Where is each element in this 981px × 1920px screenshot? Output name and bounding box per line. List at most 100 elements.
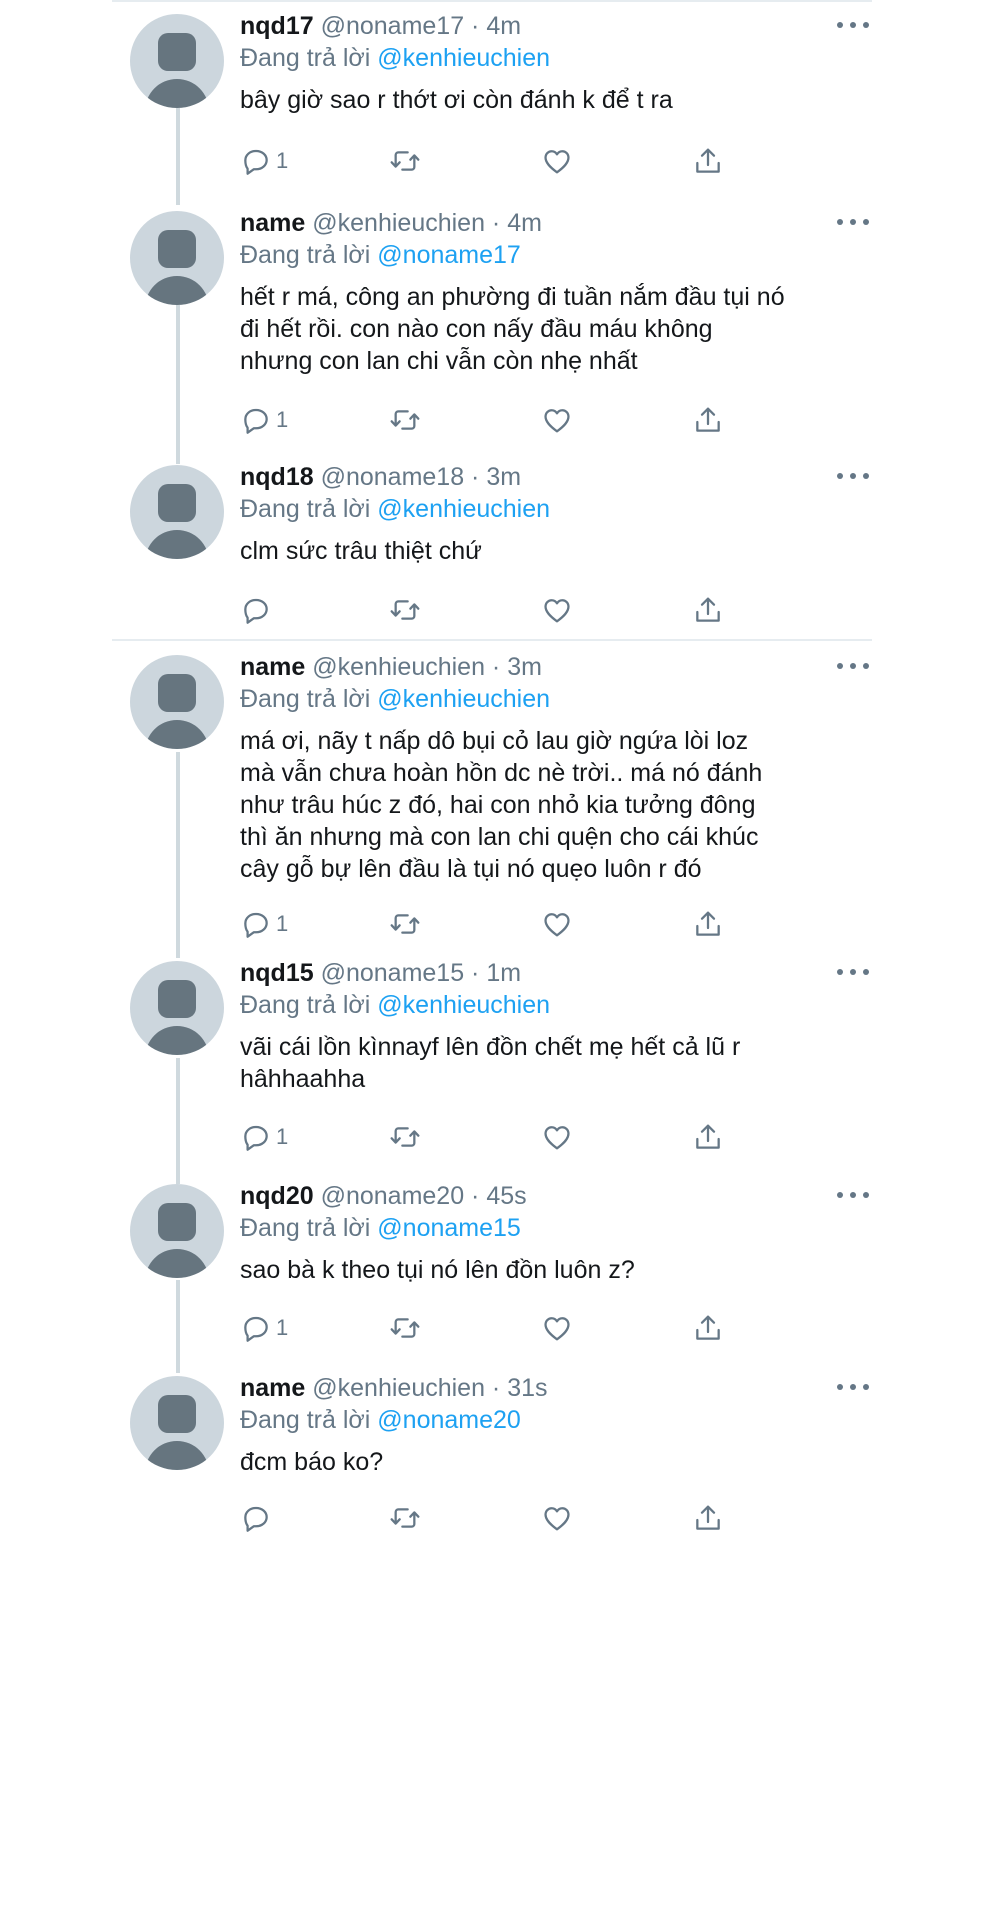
- tweet-actions: 1: [240, 403, 720, 437]
- more-icon[interactable]: [837, 969, 869, 977]
- avatar[interactable]: [130, 465, 224, 559]
- tweet-text: má ơi, nãy t nấp dô bụi cỏ lau giờ ngứa …: [240, 725, 860, 885]
- heart-icon: [544, 913, 570, 937]
- like-button[interactable]: [541, 593, 573, 627]
- reply-button[interactable]: 1: [240, 1311, 288, 1345]
- user-name[interactable]: nqd15: [240, 959, 314, 987]
- reply-count: 1: [276, 1315, 289, 1340]
- thread-line: [176, 108, 180, 205]
- retweet-button[interactable]: [389, 1311, 421, 1345]
- reply-button[interactable]: 1: [240, 144, 288, 178]
- replying-to: Đang trả lời @kenhieuchien: [240, 683, 860, 715]
- share-button[interactable]: [692, 1120, 724, 1154]
- more-icon[interactable]: [837, 22, 869, 30]
- avatar[interactable]: [130, 14, 224, 108]
- share-icon: [696, 1505, 720, 1530]
- tweet-text-line: đi hết rồi. con nào con nấy đầu máu khôn…: [240, 315, 713, 343]
- user-name[interactable]: name: [240, 209, 305, 237]
- reply-icon: [244, 149, 268, 175]
- user-handle-time: @noname17 · 4m: [320, 12, 522, 40]
- replying-to-link[interactable]: @kenhieuchien: [377, 495, 550, 523]
- retweet-button[interactable]: [389, 907, 421, 941]
- thread-line: [176, 752, 180, 958]
- retweet-button[interactable]: [389, 144, 421, 178]
- reply-icon: [244, 1125, 268, 1151]
- section-divider: [112, 639, 872, 641]
- more-icon[interactable]: [837, 1192, 869, 1200]
- replying-to-link[interactable]: @noname17: [377, 241, 521, 269]
- retweet-icon: [390, 410, 420, 430]
- retweet-button[interactable]: [389, 593, 421, 627]
- like-button[interactable]: [541, 907, 573, 941]
- retweet-icon: [390, 1508, 420, 1528]
- replying-to-link[interactable]: @noname20: [377, 1406, 521, 1434]
- tweet-text-line: hâhhaahha: [240, 1065, 366, 1093]
- reply-count: 1: [276, 407, 289, 432]
- tweet-text-line: clm sức trâu thiệt chứ: [240, 537, 482, 565]
- replying-to-link[interactable]: @kenhieuchien: [377, 991, 550, 1019]
- share-button[interactable]: [692, 593, 724, 627]
- tweet-text: bây giờ sao r thớt ơi còn đánh k để t ra: [240, 84, 860, 116]
- avatar[interactable]: [130, 961, 224, 1055]
- user-handle-time: @noname20 · 45s: [320, 1182, 527, 1210]
- user-name[interactable]: nqd17: [240, 12, 314, 40]
- retweet-button[interactable]: [389, 1501, 421, 1535]
- replying-to-label: Đang trả lời: [240, 241, 371, 269]
- user-handle-time: @kenhieuchien · 4m: [312, 209, 542, 237]
- like-button[interactable]: [541, 1311, 573, 1345]
- replying-to: Đang trả lời @kenhieuchien: [240, 989, 860, 1021]
- replying-to-label: Đang trả lời: [240, 685, 371, 713]
- retweet-button[interactable]: [389, 1120, 421, 1154]
- reply-button[interactable]: 1: [240, 1120, 288, 1154]
- avatar[interactable]: [130, 211, 224, 305]
- share-button[interactable]: [692, 1311, 724, 1345]
- avatar[interactable]: [130, 655, 224, 749]
- tweet-actions: 1: [240, 1311, 720, 1345]
- share-button[interactable]: [692, 403, 724, 437]
- replying-to-link[interactable]: @noname15: [377, 1214, 521, 1242]
- share-button[interactable]: [692, 907, 724, 941]
- heart-icon: [544, 1507, 570, 1531]
- reply-button[interactable]: [240, 1501, 272, 1535]
- more-icon[interactable]: [837, 1384, 869, 1392]
- retweet-icon: [390, 1318, 420, 1338]
- retweet-icon: [390, 600, 420, 620]
- more-icon[interactable]: [837, 473, 869, 481]
- avatar[interactable]: [130, 1184, 224, 1278]
- share-icon: [696, 597, 720, 622]
- tweet-actions: 1: [240, 144, 720, 178]
- top-divider: [112, 0, 872, 2]
- like-button[interactable]: [541, 403, 573, 437]
- tweet-text-line: đcm báo ko?: [240, 1448, 384, 1476]
- avatar[interactable]: [130, 1376, 224, 1470]
- share-icon: [696, 1315, 720, 1340]
- user-name[interactable]: nqd18: [240, 463, 314, 491]
- user-handle-time: @noname15 · 1m: [320, 959, 522, 987]
- reply-button[interactable]: 1: [240, 403, 288, 437]
- tweet-text-line: hết r má, công an phường đi tuần nắm đầu…: [240, 283, 785, 311]
- replying-to-link[interactable]: @kenhieuchien: [377, 44, 550, 72]
- user-name[interactable]: name: [240, 653, 305, 681]
- replying-to: Đang trả lời @kenhieuchien: [240, 42, 860, 74]
- more-icon[interactable]: [837, 663, 869, 671]
- share-button[interactable]: [692, 1501, 724, 1535]
- like-button[interactable]: [541, 1501, 573, 1535]
- tweet-text-line: vãi cái lồn kìnnayf lên đồn chết mẹ hết …: [240, 1033, 741, 1061]
- user-name[interactable]: name: [240, 1374, 305, 1402]
- more-icon[interactable]: [837, 219, 869, 227]
- like-button[interactable]: [541, 1120, 573, 1154]
- retweet-button[interactable]: [389, 403, 421, 437]
- reply-button[interactable]: [240, 593, 272, 627]
- reply-count: 1: [276, 911, 289, 936]
- reply-button[interactable]: 1: [240, 907, 288, 941]
- user-name[interactable]: nqd20: [240, 1182, 314, 1210]
- replying-to-link[interactable]: @kenhieuchien: [377, 685, 550, 713]
- replying-to-label: Đang trả lời: [240, 991, 371, 1019]
- replying-to-label: Đang trả lời: [240, 495, 371, 523]
- like-button[interactable]: [541, 144, 573, 178]
- replying-to: Đang trả lời @noname15: [240, 1212, 860, 1244]
- share-button[interactable]: [692, 144, 724, 178]
- tweet-text: sao bà k theo tụi nó lên đồn luôn z?: [240, 1254, 860, 1286]
- share-icon: [696, 1124, 720, 1149]
- tweet-text-line: mà vẫn chưa hoàn hồn dc nè trời.. má nó …: [240, 759, 763, 787]
